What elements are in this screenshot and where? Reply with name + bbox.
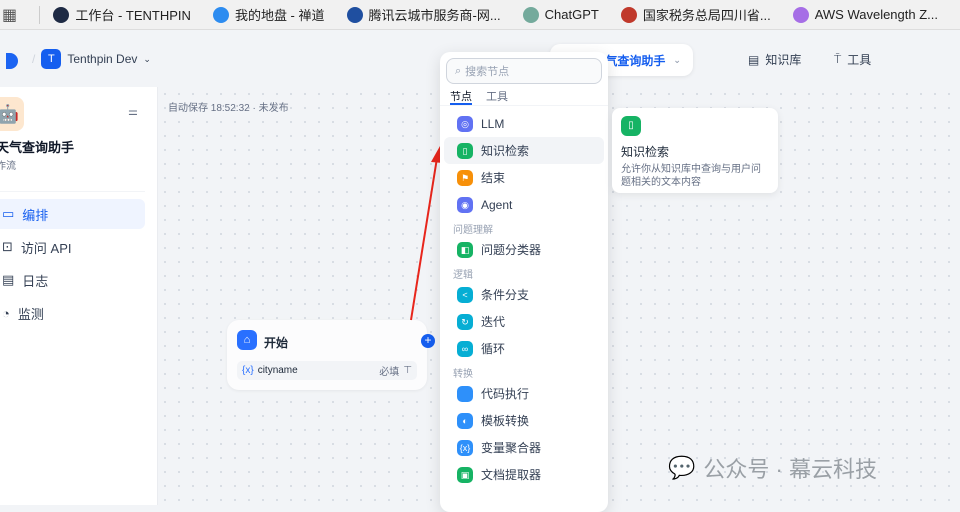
node-group-label: 逻辑 — [453, 270, 473, 281]
tooltip-title: 知识检索 — [621, 145, 670, 159]
node-item[interactable]: ◐ 模板转换 — [444, 407, 604, 434]
knowledge-retrieval-icon: ▯ — [621, 116, 641, 136]
node-item-label: 循环 — [481, 342, 506, 356]
node-type-icon — [457, 385, 473, 402]
node-type-icon: ◐ — [457, 412, 473, 429]
node-item[interactable]: ▣ 文档提取器 — [444, 461, 604, 488]
node-type-icon: ◎ — [457, 115, 473, 132]
node-type-icon: ↻ — [457, 313, 473, 330]
node-group-label: 转换 — [453, 369, 473, 380]
node-item[interactable]: ⚑ 结束 — [444, 164, 604, 191]
node-item-label: 条件分支 — [481, 288, 530, 302]
node-item[interactable]: ◉ Agent — [444, 191, 604, 218]
node-item[interactable]: ↻ 迭代 — [444, 308, 604, 335]
node-type-icon: ▣ — [457, 466, 473, 483]
node-item[interactable]: ◧ 问题分类器 — [444, 236, 604, 263]
node-item-label: Agent — [481, 197, 513, 212]
node-type-icon: ⚑ — [457, 169, 473, 186]
node-item-label: 迭代 — [481, 315, 506, 329]
node-type-icon: ∞ — [457, 340, 473, 357]
node-group-label: 问题理解 — [453, 225, 493, 236]
node-type-icon: ▯ — [457, 142, 473, 159]
watermark-text: 公众号 · 幕云科技 — [703, 457, 877, 482]
node-tooltip: ▯ 知识检索 允许你从知识库中查询与用户问题相关的文本内容 — [612, 108, 778, 193]
search-placeholder: 搜索节点 — [465, 66, 510, 78]
node-item-label: 结束 — [481, 171, 506, 185]
node-item-label: 知识检索 — [481, 144, 530, 158]
tab-nodes[interactable]: 节点 — [450, 88, 472, 105]
node-type-icon: {x} — [457, 439, 473, 456]
node-item[interactable]: {x} 变量聚合器 — [444, 434, 604, 461]
node-item[interactable]: < 条件分支 — [444, 281, 604, 308]
search-icon: ⌕ — [455, 64, 462, 77]
node-item[interactable]: ∞ 循环 — [444, 335, 604, 362]
search-input[interactable]: ⌕ 搜索节点 — [446, 58, 602, 84]
node-item-label: 文档提取器 — [481, 468, 542, 482]
wechat-icon: 💬 — [668, 455, 696, 480]
node-item-label: LLM — [481, 116, 505, 131]
node-item[interactable]: ◎ LLM — [444, 110, 604, 137]
node-item[interactable]: ▯ 知识检索 — [444, 137, 604, 164]
tooltip-desc: 允许你从知识库中查询与用户问题相关的文本内容 — [621, 164, 761, 188]
node-type-icon: ◧ — [457, 241, 473, 258]
node-item[interactable]: 代码执行 — [444, 380, 604, 407]
node-item-label: 问题分类器 — [481, 243, 542, 257]
node-type-icon: < — [457, 286, 473, 303]
node-picker-popover: ⌕ 搜索节点 节点 工具 ◎ LLM ▯ 知识检索 ⚑ 结束 ◉ Agent 问题理解 ◧ 问题分类器逻… — [440, 52, 608, 512]
tab-tools[interactable]: 工具 — [486, 88, 508, 105]
node-item-label: 变量聚合器 — [481, 441, 542, 455]
node-item-label: 代码执行 — [481, 387, 530, 401]
node-type-icon: ◉ — [457, 196, 473, 213]
watermark: 💬 公众号 · 幕云科技 — [668, 452, 877, 484]
node-item-label: 模板转换 — [481, 414, 530, 428]
